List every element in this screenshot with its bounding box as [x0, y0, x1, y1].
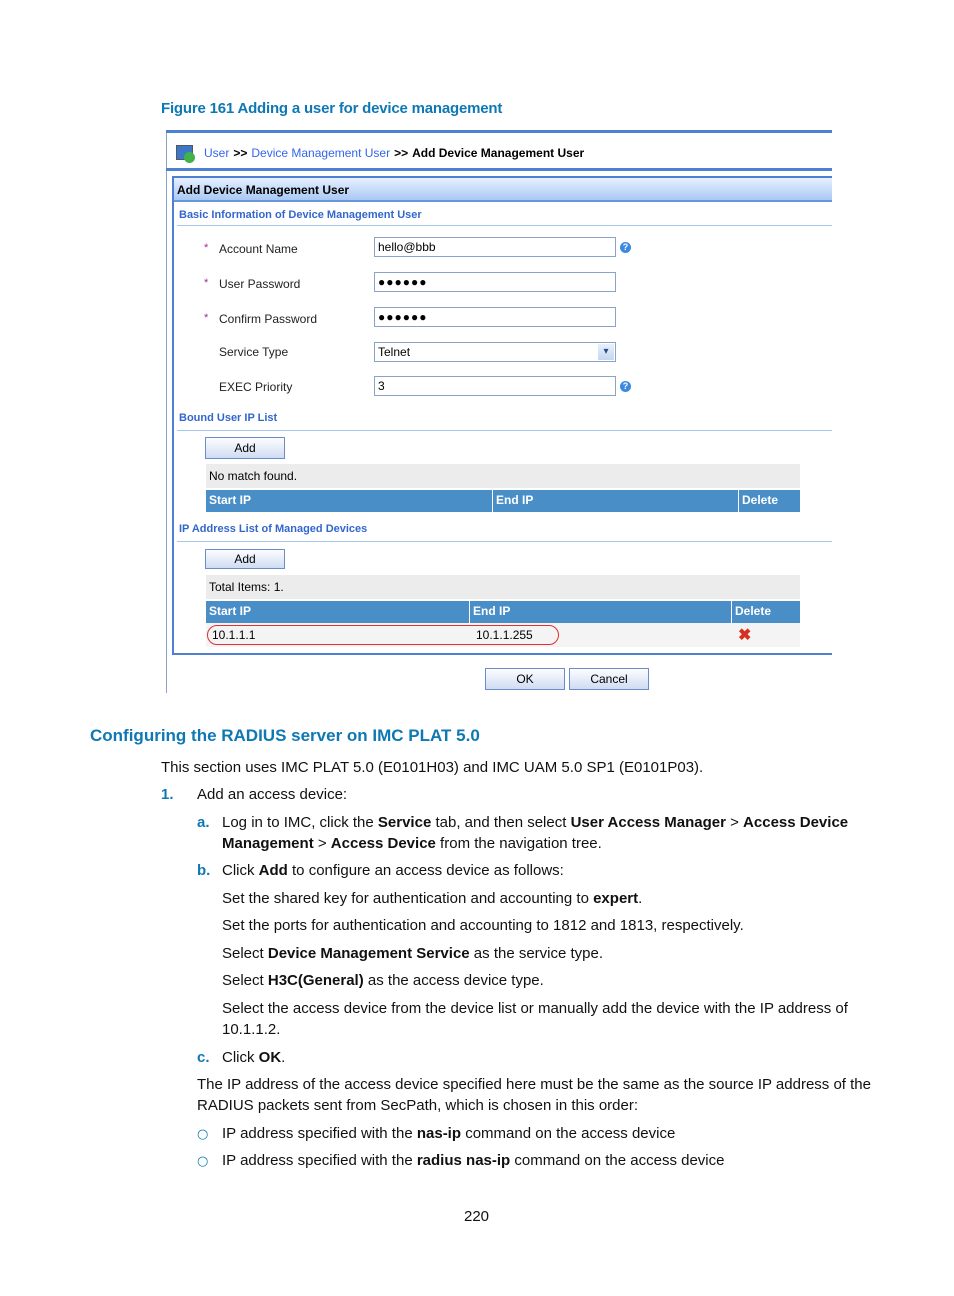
managed-devices-section-title: IP Address List of Managed Devices	[179, 523, 368, 535]
section-heading: Configuring the RADIUS server on IMC PLA…	[90, 726, 480, 745]
step-letter: b.	[197, 862, 211, 879]
breadcrumb-current: Add Device Management User	[412, 146, 585, 160]
end-ip-cell: 10.1.1.255	[476, 628, 533, 642]
delete-icon[interactable]: ✖	[738, 628, 751, 644]
step-a-line-1: Log in to IMC, click the Service tab, an…	[222, 814, 849, 831]
breadcrumb-bar: User >> Device Management User >> Add De…	[166, 130, 832, 171]
table-row: 10.1.1.1 10.1.1.255 ✖	[206, 623, 800, 647]
ok-button[interactable]: OK	[485, 668, 565, 690]
breadcrumb-separator: >>	[394, 146, 409, 160]
bullet-item: IP address specified with the radius nas…	[222, 1152, 725, 1169]
step-c-text: Click OK.	[222, 1049, 286, 1066]
managed-ip-table-header: Start IP End IP Delete	[206, 601, 800, 623]
step-1-text: Add an access device:	[197, 786, 348, 803]
exec-priority-input[interactable]: 3	[374, 376, 616, 396]
bullet-item: IP address specified with the nas-ip com…	[222, 1125, 676, 1142]
service-type-select[interactable]: Telnet ▾	[374, 342, 616, 362]
section-divider	[177, 541, 832, 542]
help-icon[interactable]: ?	[620, 242, 631, 253]
frame-line	[166, 130, 167, 693]
step-number: 1.	[161, 786, 174, 803]
intro-paragraph: This section uses IMC PLAT 5.0 (E0101H03…	[161, 759, 704, 776]
screenshot-figure: User >> Device Management User >> Add De…	[166, 130, 832, 693]
section-divider	[177, 225, 832, 226]
step-letter: c.	[197, 1049, 210, 1066]
step-b-device-type: Select H3C(General) as the access device…	[222, 972, 544, 989]
column-delete: Delete	[742, 493, 779, 507]
confirm-password-label: Confirm Password	[219, 312, 318, 326]
service-type-label: Service Type	[219, 345, 289, 359]
basic-info-section-title: Basic Information of Device Management U…	[179, 209, 422, 221]
step-a-line-2: Management > Access Device from the navi…	[222, 835, 602, 852]
figure-caption: Figure 161 Adding a user for device mana…	[161, 100, 503, 117]
breadcrumb: User >> Device Management User >> Add De…	[176, 143, 584, 163]
breadcrumb-user-link[interactable]: User	[204, 146, 229, 160]
note-line-1: The IP address of the access device spec…	[197, 1076, 871, 1093]
start-ip-cell: 10.1.1.1	[212, 628, 256, 642]
column-start-ip: Start IP	[209, 604, 252, 618]
column-start-ip: Start IP	[209, 493, 252, 507]
account-name-label: Account Name	[219, 242, 298, 256]
step-b-ports: Set the ports for authentication and acc…	[222, 917, 744, 934]
confirm-password-input[interactable]: ●●●●●●	[374, 307, 616, 327]
account-name-input[interactable]: hello@bbb	[374, 237, 616, 257]
required-marker: *	[204, 242, 209, 254]
service-type-value: Telnet	[378, 345, 411, 359]
bound-ip-info: No match found.	[206, 464, 800, 488]
exec-priority-label: EXEC Priority	[219, 380, 293, 394]
add-user-panel: Add Device Management User Basic Informa…	[172, 176, 832, 655]
required-marker: *	[204, 277, 209, 289]
bullet-icon: ○	[197, 1127, 209, 1142]
step-b-intro: Click Add to configure an access device …	[222, 862, 564, 879]
step-b-ip: 10.1.1.2.	[222, 1021, 281, 1038]
bound-ip-table-header: Start IP End IP Delete	[206, 490, 800, 512]
column-end-ip: End IP	[473, 604, 511, 618]
document-page: Figure 161 Adding a user for device mana…	[0, 0, 954, 1296]
column-delete: Delete	[735, 604, 772, 618]
bound-ip-section-title: Bound User IP List	[179, 412, 278, 424]
step-b-select-device: Select the access device from the device…	[222, 1000, 848, 1017]
panel-title: Add Device Management User	[174, 176, 832, 202]
step-letter: a.	[197, 814, 210, 831]
chevron-down-icon[interactable]: ▾	[598, 344, 614, 360]
column-end-ip: End IP	[496, 493, 534, 507]
user-password-input[interactable]: ●●●●●●	[374, 272, 616, 292]
add-bound-ip-button[interactable]: Add	[205, 437, 285, 459]
user-password-label: User Password	[219, 277, 301, 291]
step-b-service-type: Select Device Management Service as the …	[222, 945, 604, 962]
user-device-icon	[176, 143, 196, 163]
breadcrumb-separator: >>	[233, 146, 248, 160]
bullet-icon: ○	[197, 1154, 209, 1169]
breadcrumb-device-mgmt-user-link[interactable]: Device Management User	[251, 146, 390, 160]
cancel-button[interactable]: Cancel	[569, 668, 649, 690]
note-line-2: RADIUS packets sent from SecPath, which …	[197, 1097, 639, 1114]
help-icon[interactable]: ?	[620, 381, 631, 392]
section-divider	[177, 430, 832, 431]
managed-ip-info: Total Items: 1.	[206, 575, 800, 599]
step-b-shared-key: Set the shared key for authentication an…	[222, 890, 643, 907]
required-marker: *	[204, 312, 209, 324]
add-managed-ip-button[interactable]: Add	[205, 549, 285, 569]
page-number: 220	[464, 1208, 490, 1225]
